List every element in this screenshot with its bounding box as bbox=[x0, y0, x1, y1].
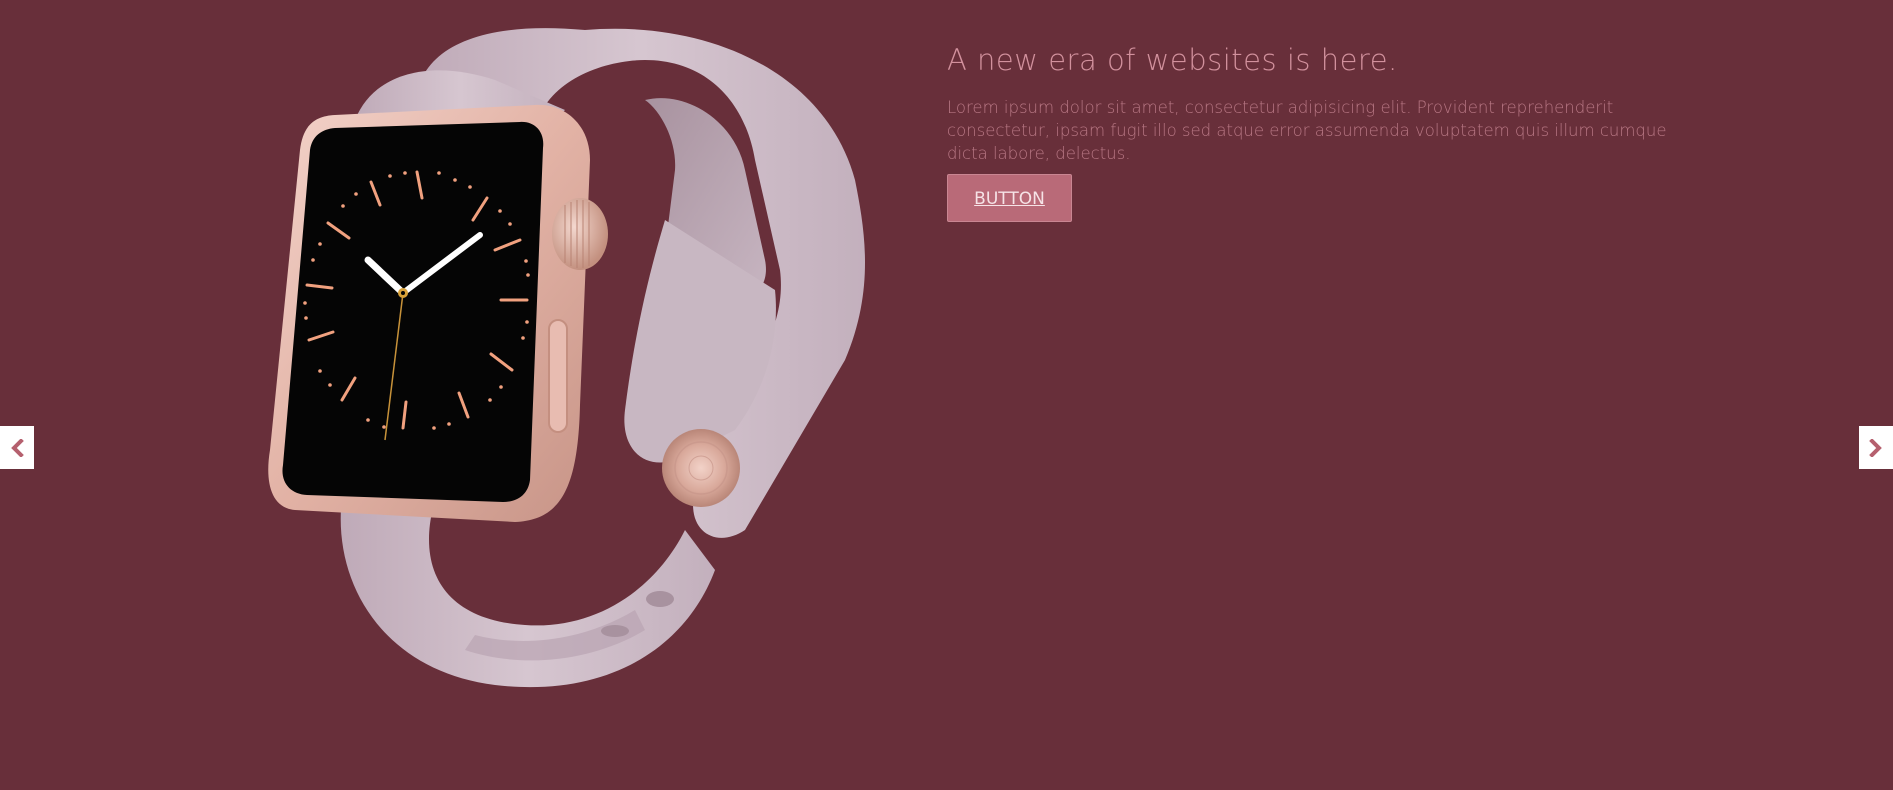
hero-content: A new era of websites is here. Lorem ips… bbox=[947, 40, 1682, 222]
carousel-prev-button[interactable] bbox=[0, 426, 34, 469]
cta-button[interactable]: BUTTON bbox=[947, 174, 1072, 222]
carousel-next-button[interactable] bbox=[1859, 426, 1893, 469]
smartwatch-image bbox=[268, 28, 865, 688]
chevron-left-icon bbox=[11, 438, 24, 457]
hero-description: Lorem ipsum dolor sit amet, consectetur … bbox=[947, 98, 1667, 163]
hero-slide: A new era of websites is here. Lorem ips… bbox=[0, 0, 1893, 790]
chevron-right-icon bbox=[1869, 438, 1882, 457]
hero-headline: A new era of websites is here. bbox=[947, 43, 1398, 77]
